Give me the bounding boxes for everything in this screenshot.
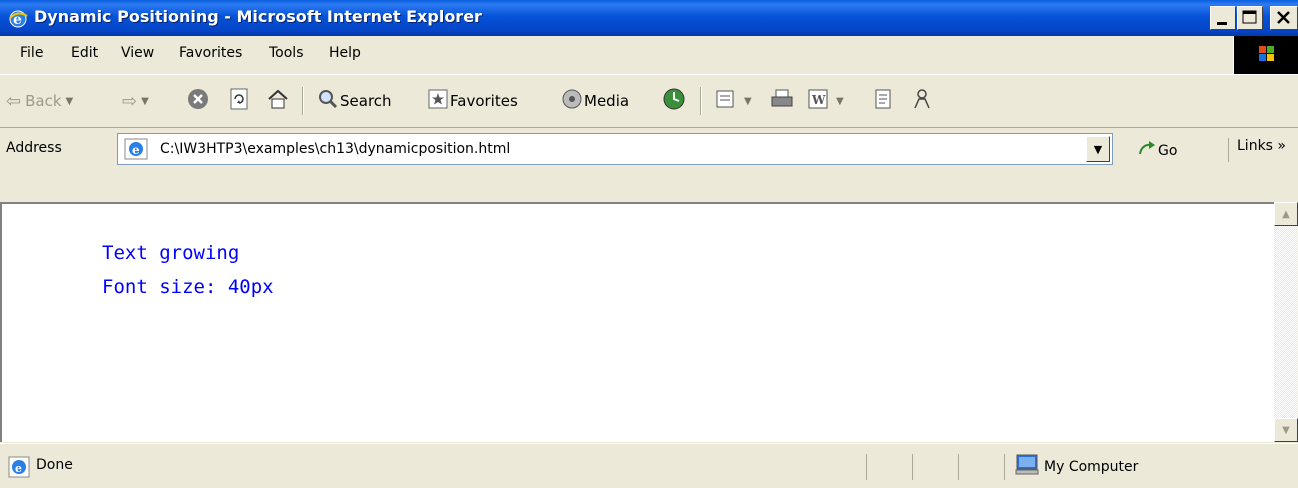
back-arrow-icon: ⇦ [6, 90, 22, 112]
page-text-line-2: Font size: 40px [102, 276, 274, 298]
my-computer-icon [1014, 454, 1040, 480]
zone-label: My Computer [1044, 459, 1139, 475]
address-url: C:\IW3HTP3\examples\ch13\dynamicposition… [160, 141, 511, 157]
history-icon [661, 86, 687, 116]
windows-logo-icon [1233, 36, 1298, 74]
menu-edit[interactable]: Edit [71, 45, 98, 61]
menu-file[interactable]: File [20, 45, 43, 61]
minimize-button[interactable] [1210, 6, 1236, 30]
menu-help[interactable]: Help [329, 45, 361, 61]
media-icon [560, 87, 584, 115]
address-input[interactable]: e C:\IW3HTP3\examples\ch13\dynamicpositi… [117, 133, 1113, 165]
vertical-scrollbar[interactable]: ▲ ▼ [1274, 202, 1298, 442]
status-bar: e Done My Computer [0, 443, 1298, 488]
go-label: Go [1158, 143, 1178, 159]
history-button[interactable] [661, 88, 687, 114]
links-toolbar[interactable]: Links » [1228, 138, 1286, 162]
toolbar-separator [700, 87, 702, 115]
refresh-button[interactable] [228, 88, 252, 114]
title-bar: e Dynamic Positioning - Microsoft Intern… [0, 0, 1298, 36]
menu-tools[interactable]: Tools [269, 45, 304, 61]
ie-page-icon: e [8, 456, 30, 482]
svg-text:e: e [15, 462, 22, 475]
address-bar: Address e C:\IW3HTP3\examples\ch13\dynam… [0, 128, 1298, 203]
mail-icon [714, 87, 740, 115]
go-arrow-icon [1136, 138, 1158, 164]
page-icon: e [124, 138, 150, 164]
scroll-down-button[interactable]: ▼ [1274, 418, 1298, 442]
forward-button[interactable]: ⇨ ▼ [122, 88, 149, 114]
edit-button[interactable]: W ▼ [806, 88, 844, 114]
printer-icon [770, 87, 796, 115]
forward-arrow-icon: ⇨ [122, 90, 138, 112]
window-title: Dynamic Positioning - Microsoft Internet… [34, 7, 482, 26]
messenger-person-icon [910, 87, 934, 115]
discuss-icon [872, 87, 896, 115]
arrow-up-icon: ▲ [1282, 208, 1290, 220]
media-button[interactable]: Media [560, 88, 629, 114]
chevron-down-icon: ▼ [141, 95, 149, 107]
favorites-star-icon [426, 87, 450, 115]
media-label: Media [584, 92, 630, 110]
messenger-button[interactable] [910, 88, 934, 114]
standard-toolbar: ⇦ Back ▼ ⇨ ▼ Search Favorites Media ▼ W … [0, 75, 1298, 128]
arrow-down-icon: ▼ [1282, 424, 1290, 436]
chevron-down-icon: ▼ [1093, 142, 1103, 156]
home-icon [266, 87, 290, 115]
address-dropdown-button[interactable]: ▼ [1086, 136, 1110, 162]
favorites-label: Favorites [450, 92, 518, 110]
chevron-down-icon: ▼ [836, 95, 844, 107]
svg-text:W: W [811, 93, 826, 107]
security-zone: My Computer [1014, 454, 1138, 480]
menu-view[interactable]: View [121, 45, 154, 61]
menu-favorites[interactable]: Favorites [179, 45, 242, 61]
back-label: Back [25, 92, 62, 110]
search-icon [316, 87, 340, 115]
favorites-button[interactable]: Favorites [426, 88, 518, 114]
stop-icon [186, 87, 210, 115]
status-panel [866, 454, 867, 480]
print-button[interactable] [770, 88, 796, 114]
status-text: Done [36, 457, 73, 473]
svg-text:e: e [132, 143, 140, 157]
search-button[interactable]: Search [316, 88, 392, 114]
status-panel [958, 454, 959, 480]
word-document-icon: W [806, 87, 832, 115]
ie-icon: e [8, 9, 28, 29]
menu-bar: File Edit View Favorites Tools Help [0, 36, 1298, 75]
chevron-down-icon: ▼ [744, 95, 752, 107]
toolbar-separator [302, 87, 304, 115]
status-panel [1004, 454, 1005, 480]
chevron-down-icon: ▼ [65, 95, 74, 107]
mail-button[interactable]: ▼ [714, 88, 752, 114]
page-content: Text growing Font size: 40px [0, 202, 1274, 442]
page-text-line-1: Text growing [102, 242, 240, 264]
maximize-button[interactable] [1237, 6, 1263, 30]
status-panel [912, 454, 913, 480]
discuss-button[interactable] [872, 88, 896, 114]
refresh-icon [228, 87, 252, 115]
scroll-up-button[interactable]: ▲ [1274, 202, 1298, 226]
address-label: Address [6, 140, 62, 156]
home-button[interactable] [266, 88, 290, 114]
go-button[interactable]: Go [1136, 138, 1177, 164]
search-label: Search [340, 92, 392, 110]
close-button[interactable] [1270, 6, 1298, 30]
stop-button[interactable] [186, 88, 210, 114]
back-button[interactable]: ⇦ Back ▼ [6, 88, 73, 114]
